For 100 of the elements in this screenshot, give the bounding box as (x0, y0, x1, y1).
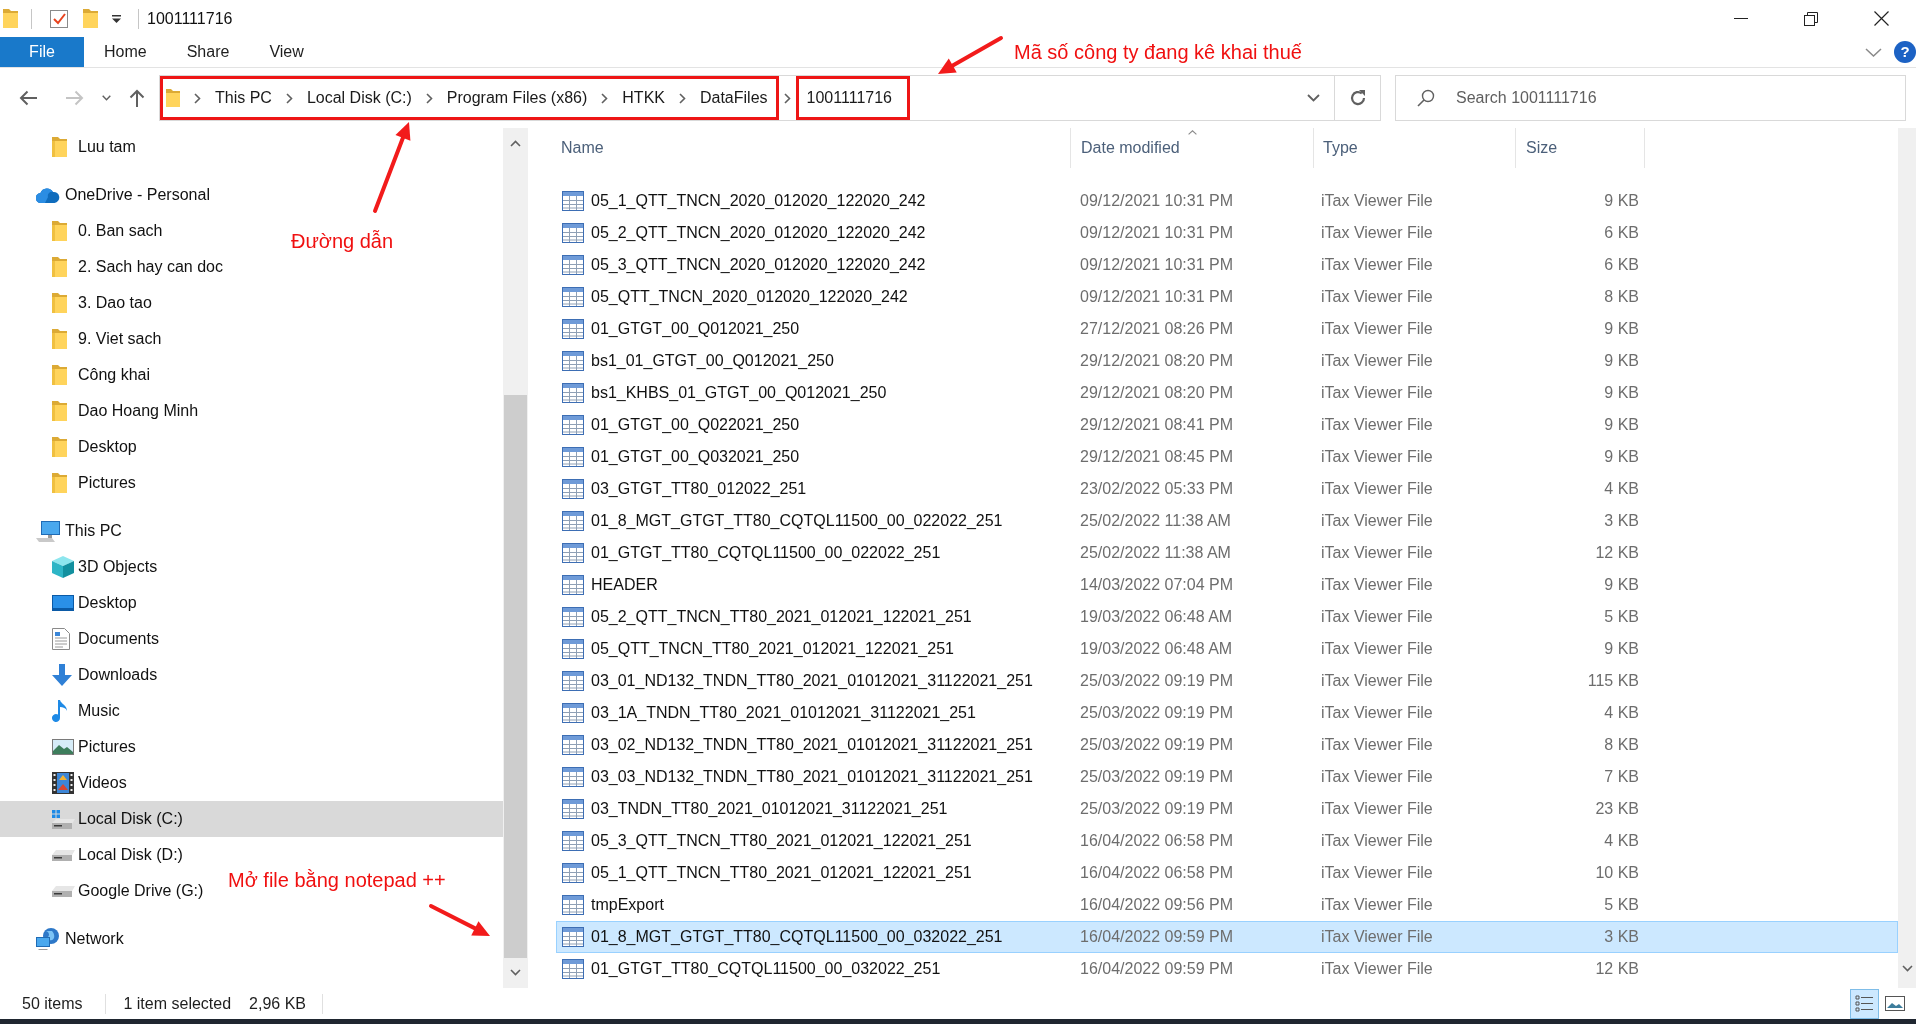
nav-item[interactable]: Local Disk (C:) (52, 804, 183, 834)
nav-item[interactable]: Downloads (52, 660, 158, 690)
chevron-right-icon[interactable] (194, 92, 201, 104)
nav-item[interactable]: Videos (52, 768, 127, 798)
nav-item[interactable]: 3D Objects (52, 552, 158, 582)
nav-item[interactable]: 3. Dao tao (52, 288, 152, 318)
file-row[interactable]: 03_01_ND132_TNDN_TT80_2021_01012021_31122021_251 25/03/2022 09:19 PM iTax Viewer File 115 KB (556, 665, 1898, 697)
file-tab[interactable]: File (0, 37, 84, 67)
modified-date: 09/12/2021 10:31 PM (1079, 256, 1234, 274)
breadcrumb-segment[interactable]: 1001111716 (806, 89, 892, 107)
nav-item[interactable]: Luu tam (52, 132, 136, 162)
nav-item[interactable]: Google Drive (G:) (52, 876, 204, 906)
ribbon-tab[interactable]: Share (166, 37, 250, 67)
nav-item[interactable]: OneDrive - Personal (36, 180, 210, 210)
scroll-down-icon[interactable] (510, 969, 521, 976)
nav-item[interactable]: Documents (52, 624, 159, 654)
chevron-down-icon[interactable] (1865, 47, 1882, 57)
file-row[interactable]: 01_GTGT_TT80_CQTQL11500_00_032022_251 16/04/2022 09:59 PM iTax Viewer File 12 KB (556, 953, 1898, 985)
breadcrumb-segment[interactable]: Local Disk (C:) (306, 89, 412, 107)
file-row[interactable]: 01_GTGT_00_Q032021_250 29/12/2021 08:45 PM iTax Viewer File 9 KB (556, 441, 1898, 473)
nav-item[interactable]: This PC (36, 516, 122, 546)
file-row[interactable]: bs1_KHBS_01_GTGT_00_Q012021_250 29/12/2021 08:20 PM iTax Viewer File 9 KB (556, 377, 1898, 409)
chevron-down-icon[interactable] (1307, 94, 1320, 102)
scroll-up-icon[interactable] (510, 140, 521, 147)
file-row[interactable]: 03_TNDN_TT80_2021_01012021_31122021_251 25/03/2022 09:19 PM iTax Viewer File 23 KB (556, 793, 1898, 825)
modified-date: 09/12/2021 10:31 PM (1079, 288, 1234, 306)
file-row[interactable]: tmpExport 16/04/2022 09:56 PM iTax Viewer File 5 KB (556, 889, 1898, 921)
table-file-icon (562, 319, 584, 339)
nav-item[interactable]: Music (52, 696, 120, 726)
file-row[interactable]: 05_2_QTT_TNCN_2020_012020_122020_242 09/12/2021 10:31 PM iTax Viewer File 6 KB (556, 217, 1898, 249)
chevron-right-icon[interactable] (783, 92, 791, 104)
column-header[interactable]: Date modified (1071, 128, 1314, 168)
file-row[interactable]: 01_GTGT_00_Q012021_250 27/12/2021 08:26 PM iTax Viewer File 9 KB (556, 313, 1898, 345)
table-file-icon (562, 639, 584, 659)
file-name: 05_QTT_TNCN_2020_012020_122020_242 (591, 288, 908, 306)
chevron-right-icon[interactable] (601, 92, 609, 104)
file-row[interactable]: 05_1_QTT_TNCN_2020_012020_122020_242 09/12/2021 10:31 PM iTax Viewer File 9 KB (556, 185, 1898, 217)
column-header[interactable]: Size (1516, 128, 1645, 168)
file-row[interactable]: 05_QTT_TNCN_2020_012020_122020_242 09/12/2021 10:31 PM iTax Viewer File 8 KB (556, 281, 1898, 313)
file-type: iTax Viewer File (1320, 416, 1434, 434)
file-row[interactable]: 01_8_MGT_GTGT_TT80_CQTQL11500_00_022022_251 25/02/2022 11:38 AM iTax Viewer File 3 KB (556, 505, 1898, 537)
checklist-icon[interactable] (49, 8, 69, 29)
window-title: 1001111716 (147, 9, 233, 28)
file-row[interactable]: 05_3_QTT_TNCN_2020_012020_122020_242 09/12/2021 10:31 PM iTax Viewer File 6 KB (556, 249, 1898, 281)
file-row[interactable]: 03_03_ND132_TNDN_TT80_2021_01012021_31122021_251 25/03/2022 09:19 PM iTax Viewer File 7 KB (556, 761, 1898, 793)
file-size: 6 KB (1603, 224, 1640, 242)
file-row[interactable]: 01_GTGT_TT80_CQTQL11500_00_022022_251 25/02/2022 11:38 AM iTax Viewer File 12 KB (556, 537, 1898, 569)
refresh-button[interactable] (1335, 75, 1381, 121)
scroll-down-icon[interactable] (1901, 965, 1913, 972)
file-row[interactable]: HEADER 14/03/2022 07:04 PM iTax Viewer File 9 KB (556, 569, 1898, 601)
file-size: 7 KB (1603, 768, 1640, 786)
file-type: iTax Viewer File (1320, 288, 1434, 306)
nav-item[interactable]: Công khai (52, 360, 151, 390)
chevron-right-icon[interactable] (285, 92, 293, 104)
chevron-right-icon[interactable] (425, 92, 433, 104)
table-file-icon (562, 223, 584, 243)
table-file-icon (562, 895, 584, 915)
nav-item[interactable]: Local Disk (D:) (52, 840, 183, 870)
nav-item[interactable]: Pictures (52, 732, 136, 762)
file-type: iTax Viewer File (1320, 768, 1434, 786)
breadcrumb-segment[interactable]: HTKK (622, 89, 665, 107)
file-row[interactable]: 01_8_MGT_GTGT_TT80_CQTQL11500_00_032022_251 16/04/2022 09:59 PM iTax Viewer File 3 KB (556, 921, 1898, 953)
nav-item[interactable]: 0. Ban sach (52, 216, 163, 246)
file-row[interactable]: bs1_01_GTGT_00_Q012021_250 29/12/2021 08:20 PM iTax Viewer File 9 KB (556, 345, 1898, 377)
file-row[interactable]: 03_1A_TNDN_TT80_2021_01012021_31122021_251 25/03/2022 09:19 PM iTax Viewer File 4 KB (556, 697, 1898, 729)
file-row[interactable]: 05_3_QTT_TNCN_TT80_2021_012021_122021_251 16/04/2022 06:58 PM iTax Viewer File 4 KB (556, 825, 1898, 857)
search-field[interactable]: Search 1001111716 (1395, 75, 1906, 121)
nav-item[interactable]: 2. Sach hay can doc (52, 252, 223, 282)
column-header[interactable]: Type (1314, 128, 1516, 168)
nav-item[interactable]: 9. Viet sach (52, 324, 162, 354)
nav-item[interactable]: Pictures (52, 468, 136, 498)
table-file-icon (562, 447, 584, 467)
help-button[interactable]: ? (1894, 41, 1916, 63)
breadcrumb-segment[interactable]: Program Files (x86) (446, 89, 588, 107)
file-name: 01_8_MGT_GTGT_TT80_CQTQL11500_00_032022_251 (591, 928, 1003, 946)
nav-item[interactable]: Desktop (52, 432, 137, 462)
chevron-right-icon[interactable] (678, 92, 686, 104)
breadcrumb-segment[interactable]: DataFiles (699, 89, 768, 107)
nav-item[interactable]: Desktop (52, 588, 137, 618)
file-row[interactable]: 01_GTGT_00_Q022021_250 29/12/2021 08:41 PM iTax Viewer File 9 KB (556, 409, 1898, 441)
file-type: iTax Viewer File (1320, 384, 1434, 402)
column-header[interactable]: Name (556, 128, 1071, 168)
details-view-button[interactable] (1850, 988, 1879, 1019)
file-type: iTax Viewer File (1320, 800, 1434, 818)
file-row[interactable]: 03_GTGT_TT80_012022_251 23/02/2022 05:33 PM iTax Viewer File 4 KB (556, 473, 1898, 505)
ribbon-tab[interactable]: View (249, 37, 324, 67)
nav-item[interactable]: Dao Hoang Minh (52, 396, 199, 426)
modified-date: 16/04/2022 06:58 PM (1079, 864, 1234, 882)
refresh-icon (1348, 89, 1367, 107)
ribbon-tab[interactable]: Home (84, 37, 167, 67)
address-bar[interactable]: This PC Local Disk (C:) Program Files (x86) HTKK DataFiles 1001111716 (159, 75, 1335, 121)
file-row[interactable]: 03_02_ND132_TNDN_TT80_2021_01012021_31122021_251 25/03/2022 09:19 PM iTax Viewer File 8 KB (556, 729, 1898, 761)
file-row[interactable]: 05_2_QTT_TNCN_TT80_2021_012021_122021_251 19/03/2022 06:48 AM iTax Viewer File 5 KB (556, 601, 1898, 633)
file-row[interactable]: 05_QTT_TNCN_TT80_2021_012021_122021_251 19/03/2022 06:48 AM iTax Viewer File 9 KB (556, 633, 1898, 665)
file-row[interactable]: 05_1_QTT_TNCN_TT80_2021_012021_122021_251 16/04/2022 06:58 PM iTax Viewer File 10 KB (556, 857, 1898, 889)
nav-item[interactable]: Network (36, 924, 124, 954)
breadcrumb-segment[interactable]: This PC (215, 89, 272, 107)
customize-dropdown-icon[interactable] (112, 14, 121, 23)
scrollbar-thumb[interactable] (504, 395, 527, 958)
table-file-icon (562, 543, 584, 563)
